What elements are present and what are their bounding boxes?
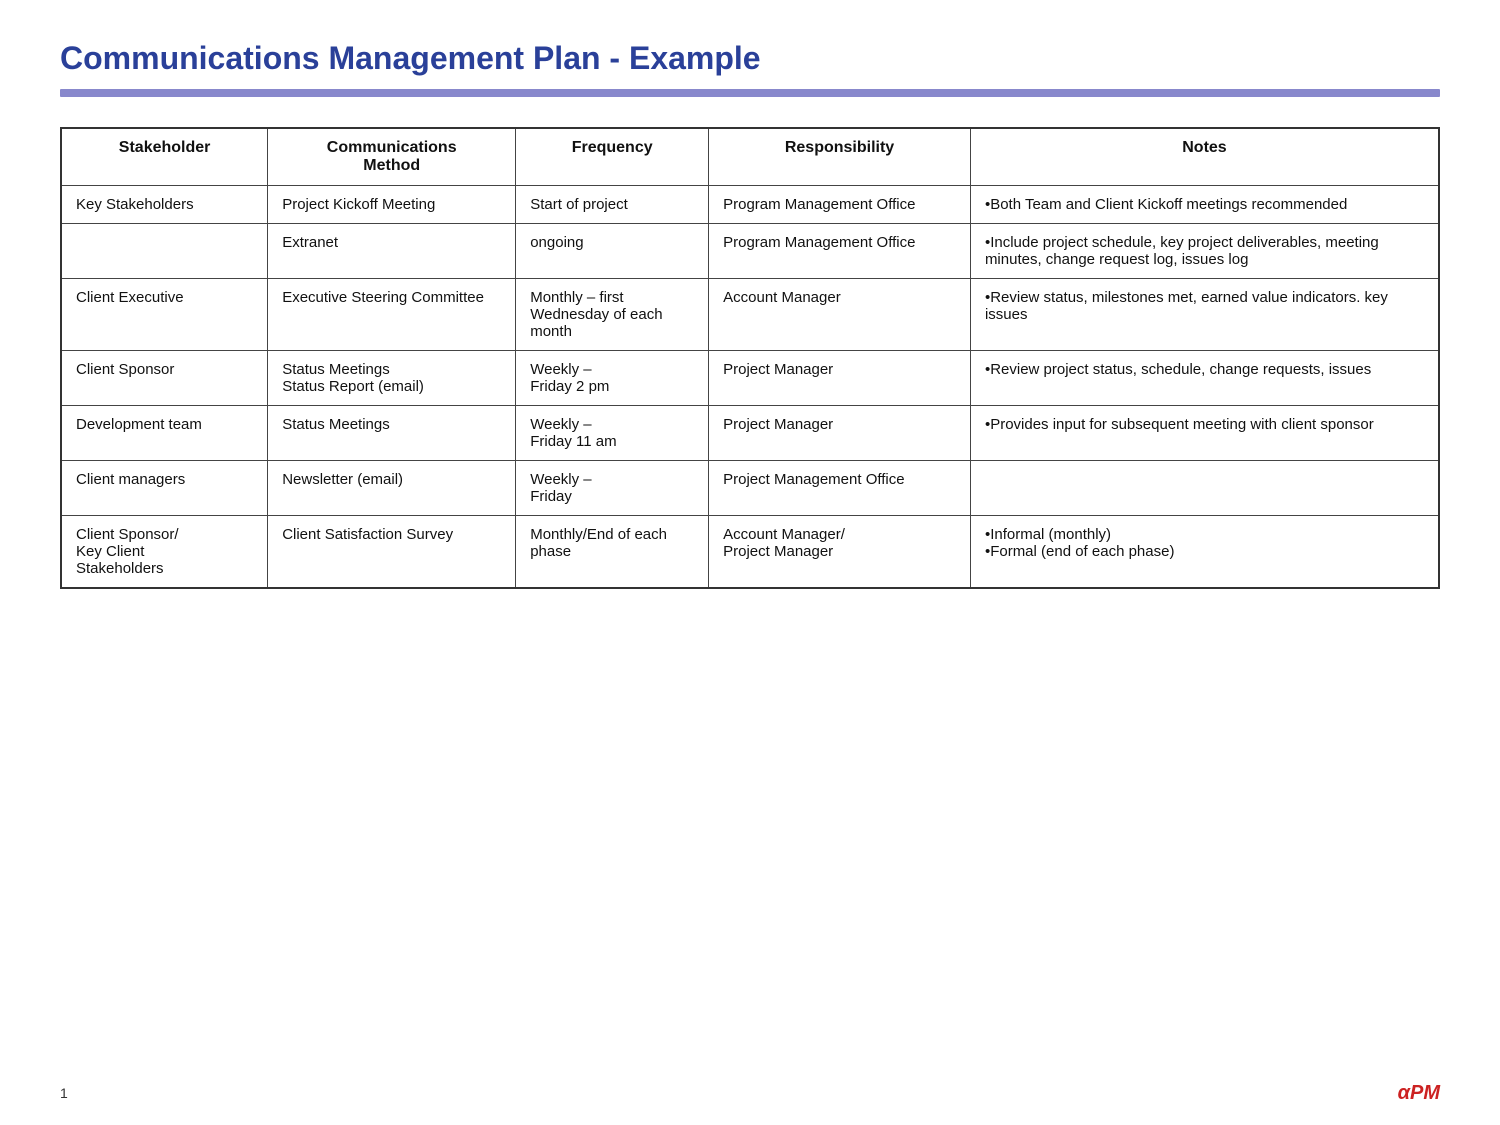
cell-responsibility: Account Manager/Project Manager [709,516,971,589]
cell-notes: •Provides input for subsequent meeting w… [970,406,1439,461]
page-number: 1 [60,1085,68,1101]
communications-table: Stakeholder CommunicationsMethod Frequen… [60,127,1440,589]
cell-frequency: Monthly/End of each phase [516,516,709,589]
cell-notes: •Review project status, schedule, change… [970,351,1439,406]
cell-responsibility: Program Management Office [709,224,971,279]
cell-stakeholder: Key Stakeholders [61,186,268,224]
cell-responsibility: Project Manager [709,351,971,406]
cell-notes: •Informal (monthly)•Formal (end of each … [970,516,1439,589]
cell-notes: •Review status, milestones met, earned v… [970,279,1439,351]
cell-frequency: ongoing [516,224,709,279]
cell-notes: •Include project schedule, key project d… [970,224,1439,279]
header-responsibility: Responsibility [709,128,971,186]
cell-stakeholder: Client Sponsor [61,351,268,406]
table-row: Key StakeholdersProject Kickoff MeetingS… [61,186,1439,224]
cell-responsibility: Account Manager [709,279,971,351]
table-row: ExtranetongoingProgram Management Office… [61,224,1439,279]
cell-stakeholder: Client Executive [61,279,268,351]
cell-stakeholder [61,224,268,279]
cell-comm-method: Status MeetingsStatus Report (email) [268,351,516,406]
cell-frequency: Start of project [516,186,709,224]
header-stakeholder: Stakeholder [61,128,268,186]
cell-comm-method: Client Satisfaction Survey [268,516,516,589]
cell-stakeholder: Client managers [61,461,268,516]
table-row: Client ExecutiveExecutive Steering Commi… [61,279,1439,351]
header-notes: Notes [970,128,1439,186]
cell-frequency: Monthly – first Wednesday of each month [516,279,709,351]
cell-notes: •Both Team and Client Kickoff meetings r… [970,186,1439,224]
cell-frequency: Weekly –Friday [516,461,709,516]
cell-stakeholder: Client Sponsor/Key ClientStakeholders [61,516,268,589]
title-divider [60,89,1440,97]
cell-comm-method: Extranet [268,224,516,279]
cell-comm-method: Executive Steering Committee [268,279,516,351]
cell-frequency: Weekly –Friday 2 pm [516,351,709,406]
cell-comm-method: Project Kickoff Meeting [268,186,516,224]
cell-comm-method: Newsletter (email) [268,461,516,516]
cell-responsibility: Project Manager [709,406,971,461]
table-row: Client managersNewsletter (email)Weekly … [61,461,1439,516]
cell-stakeholder: Development team [61,406,268,461]
header-comm-method: CommunicationsMethod [268,128,516,186]
table-row: Client Sponsor/Key ClientStakeholdersCli… [61,516,1439,589]
page-title: Communications Management Plan - Example [60,40,1440,77]
cell-frequency: Weekly –Friday 11 am [516,406,709,461]
header-frequency: Frequency [516,128,709,186]
table-header-row: Stakeholder CommunicationsMethod Frequen… [61,128,1439,186]
cell-responsibility: Project Management Office [709,461,971,516]
cell-responsibility: Program Management Office [709,186,971,224]
cell-notes [970,461,1439,516]
logo: αPM [1398,1082,1440,1105]
table-row: Client SponsorStatus MeetingsStatus Repo… [61,351,1439,406]
cell-comm-method: Status Meetings [268,406,516,461]
table-row: Development teamStatus MeetingsWeekly –F… [61,406,1439,461]
